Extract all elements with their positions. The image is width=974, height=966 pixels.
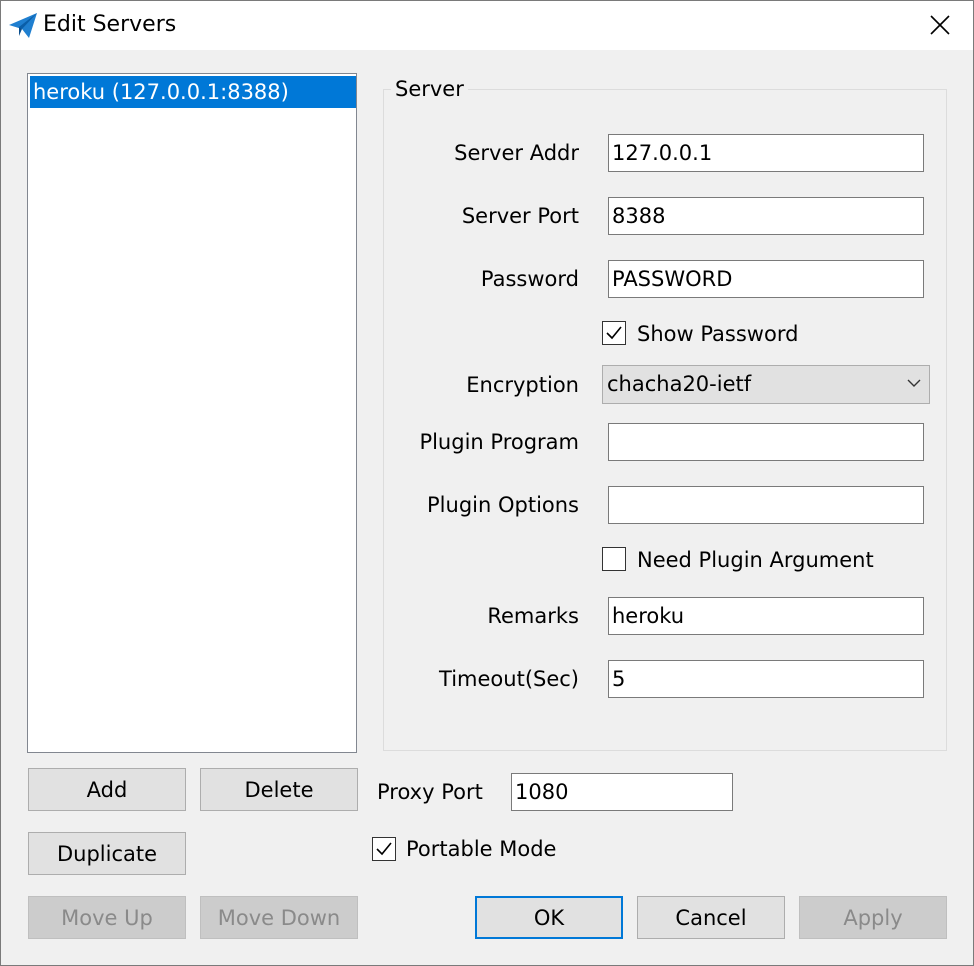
move-up-button[interactable]: Move Up (28, 896, 186, 939)
server-addr-input[interactable]: 127.0.0.1 (608, 134, 924, 172)
plugin-program-label: Plugin Program (419, 430, 579, 454)
portable-mode-label[interactable]: Portable Mode (406, 837, 556, 861)
show-password-label[interactable]: Show Password (637, 322, 798, 346)
server-port-label: Server Port (461, 204, 579, 228)
checkmark-icon (376, 842, 392, 856)
encryption-label: Encryption (466, 373, 579, 397)
password-input[interactable]: PASSWORD (608, 260, 924, 298)
plugin-program-input[interactable] (608, 423, 924, 461)
proxy-port-input[interactable]: 1080 (511, 773, 733, 811)
show-password-checkbox[interactable] (602, 321, 626, 345)
server-addr-label: Server Addr (454, 141, 579, 165)
server-port-input[interactable]: 8388 (608, 197, 924, 235)
server-group-title: Server (391, 77, 468, 101)
server-groupbox (383, 89, 947, 751)
need-plugin-argument-label[interactable]: Need Plugin Argument (637, 548, 874, 572)
remarks-input[interactable]: heroku (608, 597, 924, 635)
encryption-select[interactable]: chacha20-ietf (602, 365, 930, 404)
need-plugin-argument-checkbox[interactable] (602, 547, 626, 571)
paper-plane-icon (9, 13, 37, 38)
ok-button[interactable]: OK (475, 896, 623, 939)
server-list[interactable]: heroku (127.0.0.1:8388) (27, 73, 357, 753)
timeout-input[interactable]: 5 (608, 660, 924, 698)
timeout-label: Timeout(Sec) (439, 667, 579, 691)
delete-button[interactable]: Delete (200, 768, 358, 811)
duplicate-button[interactable]: Duplicate (28, 832, 186, 875)
portable-mode-checkbox[interactable] (372, 837, 396, 861)
add-button[interactable]: Add (28, 768, 186, 811)
remarks-label: Remarks (487, 604, 579, 628)
chevron-down-icon (907, 379, 921, 387)
window-title: Edit Servers (43, 12, 177, 37)
cancel-button[interactable]: Cancel (637, 896, 785, 939)
password-label: Password (480, 267, 579, 291)
plugin-options-input[interactable] (608, 486, 924, 524)
plugin-options-label: Plugin Options (427, 493, 579, 517)
checkmark-icon (606, 326, 622, 340)
title-bar[interactable]: Edit Servers (1, 1, 973, 50)
edit-servers-window: Edit Servers heroku (127.0.0.1:8388) Ser… (0, 0, 974, 966)
server-list-item[interactable]: heroku (127.0.0.1:8388) (30, 76, 356, 108)
encryption-selected-value: chacha20-ietf (607, 372, 752, 396)
close-icon[interactable] (925, 10, 955, 40)
move-down-button[interactable]: Move Down (200, 896, 358, 939)
apply-button[interactable]: Apply (799, 896, 947, 939)
proxy-port-label: Proxy Port (377, 780, 483, 804)
